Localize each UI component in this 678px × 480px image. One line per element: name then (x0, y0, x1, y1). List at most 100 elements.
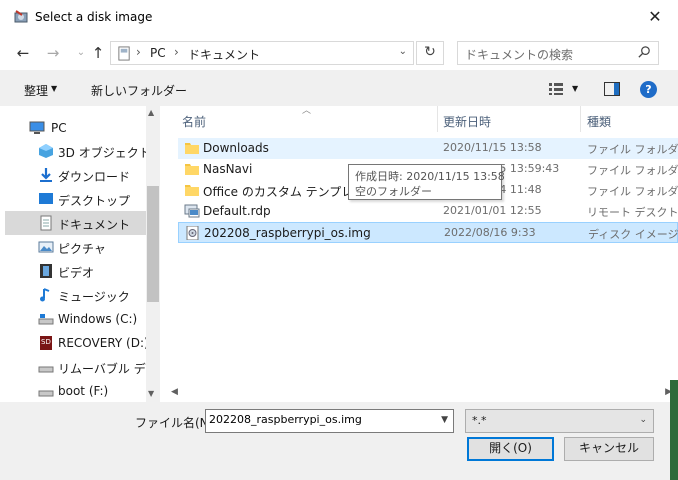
folder-icon (185, 185, 199, 196)
pc-icon (29, 121, 45, 134)
tooltip: 作成日時: 2020/11/15 13:58 空のフォルダー (348, 164, 505, 200)
filename-combobox[interactable]: ▼ (205, 409, 454, 433)
column-divider[interactable] (437, 106, 438, 132)
pictures-icon (38, 241, 54, 253)
up-button[interactable]: ↑ (87, 44, 109, 64)
chevron-up-icon[interactable]: ▲ (148, 108, 154, 117)
chevron-down-icon[interactable]: ⌄ (639, 415, 647, 425)
command-bar: 整理 ▼ 新しいフォルダー ▼ ? (0, 70, 678, 106)
file-row-raspberrypi-img[interactable]: 202208_raspberrypi_os.img 2022/08/16 9:3… (178, 222, 678, 243)
sd-card-icon: SD (40, 336, 52, 350)
organize-menu[interactable]: 整理 (24, 82, 48, 99)
nav-item-label: ドキュメント (58, 218, 131, 232)
triangle-down-icon[interactable]: ▼ (51, 84, 57, 93)
tooltip-folder-status: 空のフォルダー (355, 185, 432, 198)
nav-item-documents[interactable]: ドキュメント (5, 211, 146, 235)
folder-icon (185, 143, 199, 154)
refresh-icon: ↻ (424, 44, 436, 60)
column-divider[interactable] (580, 106, 581, 132)
search-box[interactable]: ドキュメントの検索 (457, 41, 659, 65)
column-header-date[interactable]: 更新日時 (443, 113, 491, 130)
nav-item-3d-objects[interactable]: 3D オブジェクト (5, 139, 146, 163)
filter-value: *.* (472, 414, 487, 427)
address-row: ← → ⌄ ↑ › PC › ドキュメント ⌄ ↻ ドキュメントの検索 (0, 36, 678, 70)
drive-icon (38, 390, 54, 397)
file-name: NasNavi (203, 162, 253, 176)
column-header-type[interactable]: 種類 (587, 113, 611, 130)
file-type: ファイル フォルダー (587, 185, 678, 198)
navigation-pane: PC 3D オブジェクト ダウンロード デスクトップ ドキュメント ピクチャ ビ… (5, 106, 160, 402)
nav-item-label: リムーバブル ディスク (58, 362, 146, 376)
nav-item-windows-c[interactable]: Windows (C:) (5, 307, 146, 331)
breadcrumb-separator: › (174, 45, 179, 59)
file-row-default-rdp[interactable]: Default.rdp 2021/01/01 12:55 リモート デスクトップ (178, 201, 678, 222)
new-folder-button[interactable]: 新しいフォルダー (91, 82, 187, 99)
forward-button[interactable]: → (42, 44, 64, 64)
nav-item-label: Windows (C:) (58, 312, 138, 326)
file-name: Downloads (203, 141, 269, 155)
tooltip-created-date: 作成日時: 2020/11/15 13:58 (355, 170, 505, 183)
desktop-icon (39, 193, 53, 204)
view-options-icon[interactable] (548, 82, 564, 96)
sort-ascending-icon: ︿ (302, 106, 312, 116)
close-icon: ✕ (648, 7, 662, 26)
preview-pane-icon[interactable] (604, 82, 620, 96)
file-type: リモート デスクトップ (587, 206, 678, 219)
nav-item-pc[interactable]: PC (5, 116, 146, 140)
chevron-down-icon[interactable]: ▼ (441, 415, 448, 425)
help-icon[interactable]: ? (640, 81, 657, 98)
file-type: ファイル フォルダー (587, 143, 678, 156)
nav-item-boot-f[interactable]: boot (F:) (5, 379, 146, 403)
scrollbar-thumb[interactable] (147, 186, 159, 302)
nav-item-label: RECOVERY (D:) (58, 336, 146, 350)
videos-icon (40, 264, 52, 278)
breadcrumb-separator: › (136, 45, 141, 59)
disk-image-app-icon (14, 10, 28, 23)
nav-item-removable-disk[interactable]: リムーバブル ディスク (5, 355, 146, 379)
close-button[interactable]: ✕ (632, 0, 678, 36)
file-list: ︿ 名前 更新日時 種類 Downloads 2020/11/15 13:58 … (163, 106, 678, 402)
nav-item-recovery-d[interactable]: SD RECOVERY (D:) (5, 331, 146, 355)
refresh-button[interactable]: ↻ (416, 41, 444, 65)
nav-item-label: boot (F:) (58, 384, 109, 398)
search-input[interactable]: ドキュメントの検索 (465, 46, 573, 63)
triangle-down-icon[interactable]: ▼ (572, 84, 578, 93)
svg-text:SD: SD (41, 338, 51, 346)
breadcrumb-pc[interactable]: PC (150, 46, 166, 60)
column-header-name[interactable]: 名前 (182, 113, 206, 130)
nav-item-label: ダウンロード (58, 170, 131, 184)
cancel-button[interactable]: キャンセル (564, 437, 654, 461)
chevron-left-icon[interactable]: ◀ (171, 387, 178, 397)
filename-input[interactable] (209, 413, 431, 426)
window-title: Select a disk image (35, 10, 153, 24)
drive-icon (38, 314, 54, 325)
file-date: 2021/01/01 12:55 (443, 204, 542, 217)
chevron-down-icon[interactable]: ⌄ (399, 46, 407, 57)
file-row-downloads[interactable]: Downloads 2020/11/15 13:58 ファイル フォルダー (178, 138, 678, 159)
nav-item-desktop[interactable]: デスクトップ (5, 187, 146, 211)
back-button[interactable]: ← (12, 44, 34, 64)
documents-icon (40, 215, 52, 231)
disk-image-icon (186, 226, 199, 240)
horizontal-scrollbar[interactable]: ◀ ▶ (163, 384, 678, 402)
breadcrumb-documents[interactable]: ドキュメント (188, 46, 260, 63)
nav-item-videos[interactable]: ビデオ (5, 259, 146, 283)
file-type: ファイル フォルダー (587, 164, 678, 177)
chevron-down-icon[interactable]: ▼ (148, 389, 154, 398)
download-icon (40, 168, 52, 182)
file-date: 2020/11/15 13:58 (443, 141, 542, 154)
nav-item-downloads[interactable]: ダウンロード (5, 163, 146, 187)
nav-item-pictures[interactable]: ピクチャ (5, 235, 146, 259)
nav-item-label: ビデオ (58, 266, 95, 280)
file-type-filter[interactable]: *.* ⌄ (465, 409, 654, 433)
nav-item-label: 3D オブジェクト (58, 146, 146, 160)
nav-item-label: PC (51, 121, 67, 135)
nav-item-music[interactable]: ミュージック (5, 283, 146, 307)
nav-item-label: ピクチャ (58, 242, 106, 256)
nav-scrollbar[interactable]: ▲ ▼ (146, 106, 160, 402)
dialog-footer: ファイル名(N): ▼ *.* ⌄ 開く(O) キャンセル (0, 402, 678, 480)
address-bar[interactable]: › PC › ドキュメント ⌄ (110, 41, 414, 65)
open-button[interactable]: 開く(O) (467, 437, 554, 461)
file-name: Default.rdp (203, 204, 271, 218)
title-bar: Select a disk image ✕ (0, 0, 678, 36)
